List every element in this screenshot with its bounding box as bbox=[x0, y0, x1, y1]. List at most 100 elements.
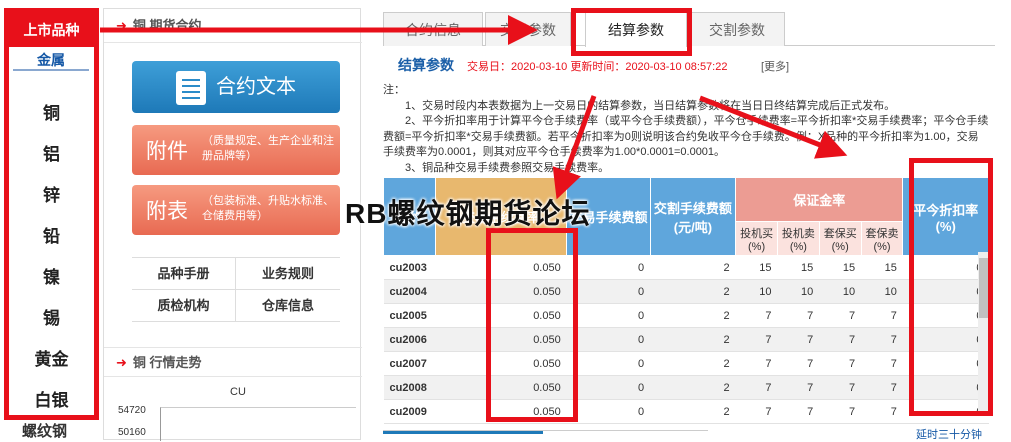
table-cell: 7 bbox=[735, 303, 778, 328]
table-cell: 0 bbox=[566, 303, 651, 328]
table-cell: 0 bbox=[566, 279, 651, 304]
quick-links: 品种手册 业务规则 质检机构 仓库信息 bbox=[132, 257, 340, 322]
arrow-icon: ➜ bbox=[116, 355, 127, 370]
table-cell: 7 bbox=[777, 375, 820, 400]
note-line: 1、交易时段内本表数据为上一交易日的结算参数，当日结算参数将在当日日终结算完成后… bbox=[383, 99, 896, 112]
table-cell: 7 bbox=[861, 327, 903, 352]
attachment-button[interactable]: 附件 （质量规定、生产企业和注册品牌等） bbox=[132, 125, 340, 175]
trend-title: 铜 行情走势 bbox=[132, 355, 202, 370]
table-cell: 7 bbox=[861, 351, 903, 376]
table-cell: 7 bbox=[819, 351, 862, 376]
attachment-desc: （质量规定、生产企业和注册品牌等） bbox=[202, 135, 334, 162]
table-cell: 7 bbox=[735, 375, 778, 400]
table-cell: 15 bbox=[735, 255, 778, 280]
contract-text-button[interactable]: 合约文本 bbox=[132, 61, 340, 113]
table-cell: 7 bbox=[777, 399, 820, 424]
category-header: 上市品种 bbox=[9, 13, 94, 47]
schedule-button[interactable]: 附表 （包装标准、升贴水标准、仓储费用等） bbox=[132, 185, 340, 235]
table-cell: 2 bbox=[650, 303, 736, 328]
table-cell: 7 bbox=[819, 327, 862, 352]
panel-title: 铜 期货合约 bbox=[132, 18, 202, 33]
table-cell: 7 bbox=[861, 375, 903, 400]
note-line: 3、铜品种交易手续费参照交易手续费率。 bbox=[383, 161, 610, 174]
table-cell: 7 bbox=[819, 375, 862, 400]
category-item[interactable]: 锌 bbox=[9, 181, 94, 206]
table-cell: 7 bbox=[861, 303, 903, 328]
table-cell: 2 bbox=[650, 351, 736, 376]
table-row: cu20060.0500277770 bbox=[383, 327, 989, 352]
table-cell: 7 bbox=[819, 399, 862, 424]
contract-code[interactable]: cu2003 bbox=[383, 255, 436, 280]
y-tick: 50160 bbox=[118, 427, 146, 438]
table-body: cu20030.05002151515150cu20040.0500210101… bbox=[383, 255, 989, 424]
trade-date-meta: 交易日：2020-03-10 更新时间：2020-03-10 08:57:22 bbox=[467, 61, 728, 73]
more-link[interactable]: [更多] bbox=[761, 58, 789, 74]
table-row: cu20050.0500277770 bbox=[383, 303, 989, 328]
category-item[interactable]: 铜 bbox=[9, 99, 94, 124]
col-margin: 保证金率 bbox=[735, 177, 904, 222]
table-cell: 7 bbox=[777, 327, 820, 352]
table-row: cu20070.0500277770 bbox=[383, 351, 989, 376]
table-cell: 7 bbox=[819, 303, 862, 328]
contract-code[interactable]: cu2006 bbox=[383, 327, 436, 352]
table-cell: 2 bbox=[650, 327, 736, 352]
col-hedge-buy: 套保买(%) bbox=[818, 221, 862, 256]
table-cell: 15 bbox=[861, 255, 903, 280]
table-cell: 10 bbox=[777, 279, 820, 304]
table-cell: 7 bbox=[861, 399, 903, 424]
table-cell: 2 bbox=[650, 399, 736, 424]
table-row: cu20080.0500277770 bbox=[383, 375, 989, 400]
schedule-label: 附表 bbox=[146, 200, 188, 223]
table-cell: 10 bbox=[861, 279, 903, 304]
table-cell: 10 bbox=[819, 279, 862, 304]
link-inspection[interactable]: 质检机构 bbox=[132, 290, 236, 322]
table-cell: 7 bbox=[735, 399, 778, 424]
col-hedge-sell: 套保卖(%) bbox=[860, 221, 904, 256]
table-cell: 0 bbox=[566, 399, 651, 424]
bottom-tab-bar bbox=[383, 430, 708, 440]
col-spec-sell: 投机卖(%) bbox=[776, 221, 820, 256]
category-panel: 上市品种 金属 铜 铝 锌 铅 镍 锡 黄金 白银 bbox=[4, 8, 99, 420]
table-cell: 0 bbox=[566, 327, 651, 352]
table-cell: 15 bbox=[819, 255, 862, 280]
contract-code[interactable]: cu2005 bbox=[383, 303, 436, 328]
highlight-box-tab bbox=[571, 8, 692, 56]
table-cell: 2 bbox=[650, 255, 736, 280]
category-item[interactable]: 白银 bbox=[9, 386, 94, 411]
category-item[interactable]: 锡 bbox=[9, 304, 94, 329]
tab-delivery-params[interactable]: 交割参数 bbox=[689, 12, 785, 46]
table-row: cu20040.05002101010100 bbox=[383, 279, 989, 304]
note-line: 注： bbox=[383, 84, 405, 96]
link-rules[interactable]: 业务规则 bbox=[236, 258, 340, 290]
category-item[interactable]: 镍 bbox=[9, 263, 94, 288]
attachment-label: 附件 bbox=[146, 140, 188, 163]
table-cell: 15 bbox=[777, 255, 820, 280]
col-delivery-fee: 交割手续费额(元/吨) bbox=[649, 177, 737, 256]
table-cell: 0 bbox=[566, 351, 651, 376]
category-item[interactable]: 黄金 bbox=[9, 345, 94, 370]
link-warehouse[interactable]: 仓库信息 bbox=[236, 290, 340, 322]
trend-chart bbox=[160, 407, 356, 441]
table-cell: 7 bbox=[777, 351, 820, 376]
contract-panel: ➜ 铜 期货合约 合约文本 附件 （质量规定、生产企业和注册品牌等） 附表 （包装标准… bbox=[103, 8, 362, 441]
bottom-tab-active[interactable] bbox=[383, 431, 543, 434]
tab-contract-info[interactable]: 合约信息 bbox=[383, 12, 483, 46]
table-cell: 7 bbox=[777, 303, 820, 328]
section-title: 结算参数 bbox=[398, 57, 454, 73]
table-cell: 2 bbox=[650, 375, 736, 400]
contract-code[interactable]: cu2008 bbox=[383, 375, 436, 400]
category-item-rebar[interactable]: 螺纹钢 bbox=[22, 420, 67, 441]
document-icon bbox=[176, 70, 206, 105]
category-item[interactable]: 铝 bbox=[9, 140, 94, 165]
notes: 注： 1、交易时段内本表数据为上一交易日的结算参数，当日结算参数将在当日日终结算… bbox=[383, 83, 989, 176]
contract-code[interactable]: cu2009 bbox=[383, 399, 436, 424]
tab-trade-params[interactable]: 交易参数 bbox=[485, 12, 571, 46]
link-handbook[interactable]: 品种手册 bbox=[132, 258, 236, 290]
contract-code[interactable]: cu2007 bbox=[383, 351, 436, 376]
category-metals[interactable]: 金属 bbox=[13, 49, 89, 71]
table-row: cu20030.05002151515150 bbox=[383, 255, 989, 280]
category-item[interactable]: 铅 bbox=[9, 222, 94, 247]
contract-code[interactable]: cu2004 bbox=[383, 279, 436, 304]
note-line: 2、平今折扣率用于计算平今仓手续费率（或平今仓手续费额），平今仓手续费率=平今折… bbox=[383, 115, 989, 158]
contract-text-label: 合约文本 bbox=[216, 76, 296, 98]
